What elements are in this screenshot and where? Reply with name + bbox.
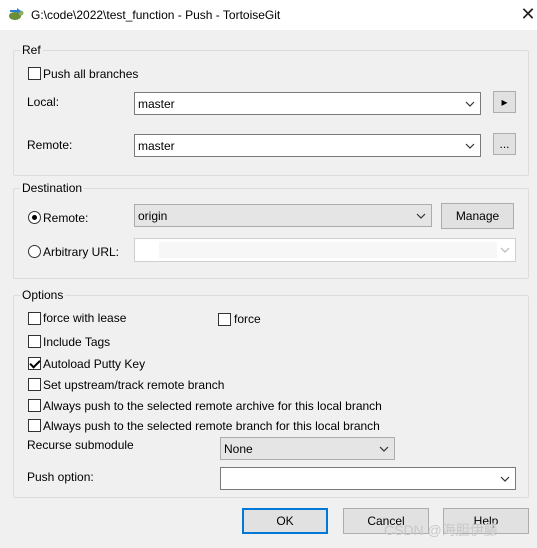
arbitrary-url-combo[interactable] <box>134 238 516 262</box>
push-all-branches-label: Push all branches <box>43 67 139 81</box>
set-upstream-checkbox[interactable] <box>28 378 41 391</box>
chevron-down-icon <box>465 143 475 149</box>
push-all-branches-checkbox[interactable] <box>28 67 41 80</box>
destination-remote-combo[interactable]: origin <box>134 204 432 227</box>
recurse-submodule-combo[interactable]: None <box>220 437 395 460</box>
always-push-archive-checkbox[interactable] <box>28 399 41 412</box>
always-push-branch-label: Always push to the selected remote branc… <box>43 419 380 433</box>
chevron-down-icon <box>500 247 510 253</box>
destination-group <box>13 188 529 279</box>
remote-branch-value: master <box>138 139 175 153</box>
chevron-down-icon <box>416 213 426 219</box>
options-group-title: Options <box>20 288 66 302</box>
remote-branch-combo[interactable]: master <box>134 134 481 157</box>
destination-group-title: Destination <box>20 181 85 195</box>
destination-remote-value: origin <box>138 209 168 223</box>
chevron-down-icon <box>379 446 389 452</box>
arbitrary-url-radio[interactable] <box>28 245 41 258</box>
local-branch-value: master <box>138 97 175 111</box>
set-upstream-label: Set upstream/track remote branch <box>43 378 225 392</box>
local-branch-options-button[interactable]: ▸ <box>493 91 516 113</box>
always-push-archive-label: Always push to the selected remote archi… <box>43 399 382 413</box>
remote-branch-label: Remote: <box>27 138 73 152</box>
arbitrary-url-label: Arbitrary URL: <box>43 245 120 259</box>
always-push-branch-checkbox[interactable] <box>28 419 41 432</box>
tortoisegit-push-icon <box>9 8 24 20</box>
recurse-submodule-label: Recurse submodule <box>27 438 134 452</box>
chevron-down-icon <box>500 476 510 482</box>
autoload-putty-key-checkbox[interactable] <box>28 357 41 370</box>
remote-radio-label: Remote: <box>43 211 89 225</box>
force-label: force <box>234 312 261 326</box>
window-title: G:\code\2022\test_function - Push - Tort… <box>31 8 281 22</box>
arbitrary-url-field <box>159 242 497 258</box>
include-tags-label: Include Tags <box>43 335 111 349</box>
watermark-text: CSDN @海胆伊藤 <box>384 522 498 538</box>
ok-button[interactable]: OK <box>242 508 328 534</box>
remote-branch-browse-button[interactable]: ... <box>493 133 516 155</box>
local-branch-combo[interactable]: master <box>134 92 481 115</box>
remote-radio[interactable] <box>28 211 41 224</box>
force-with-lease-label: force with lease <box>43 311 127 325</box>
chevron-down-icon <box>465 101 475 107</box>
close-icon[interactable]: ✕ <box>519 3 537 25</box>
force-checkbox[interactable] <box>218 313 231 326</box>
autoload-putty-key-label: Autoload Putty Key <box>43 357 146 371</box>
push-option-label: Push option: <box>27 470 94 484</box>
manage-button[interactable]: Manage <box>441 203 514 229</box>
push-option-combo[interactable] <box>220 467 516 490</box>
include-tags-checkbox[interactable] <box>28 335 41 348</box>
local-label: Local: <box>27 95 60 109</box>
recurse-submodule-value: None <box>224 442 253 456</box>
ref-group-title: Ref <box>20 43 43 57</box>
force-with-lease-checkbox[interactable] <box>28 312 41 325</box>
